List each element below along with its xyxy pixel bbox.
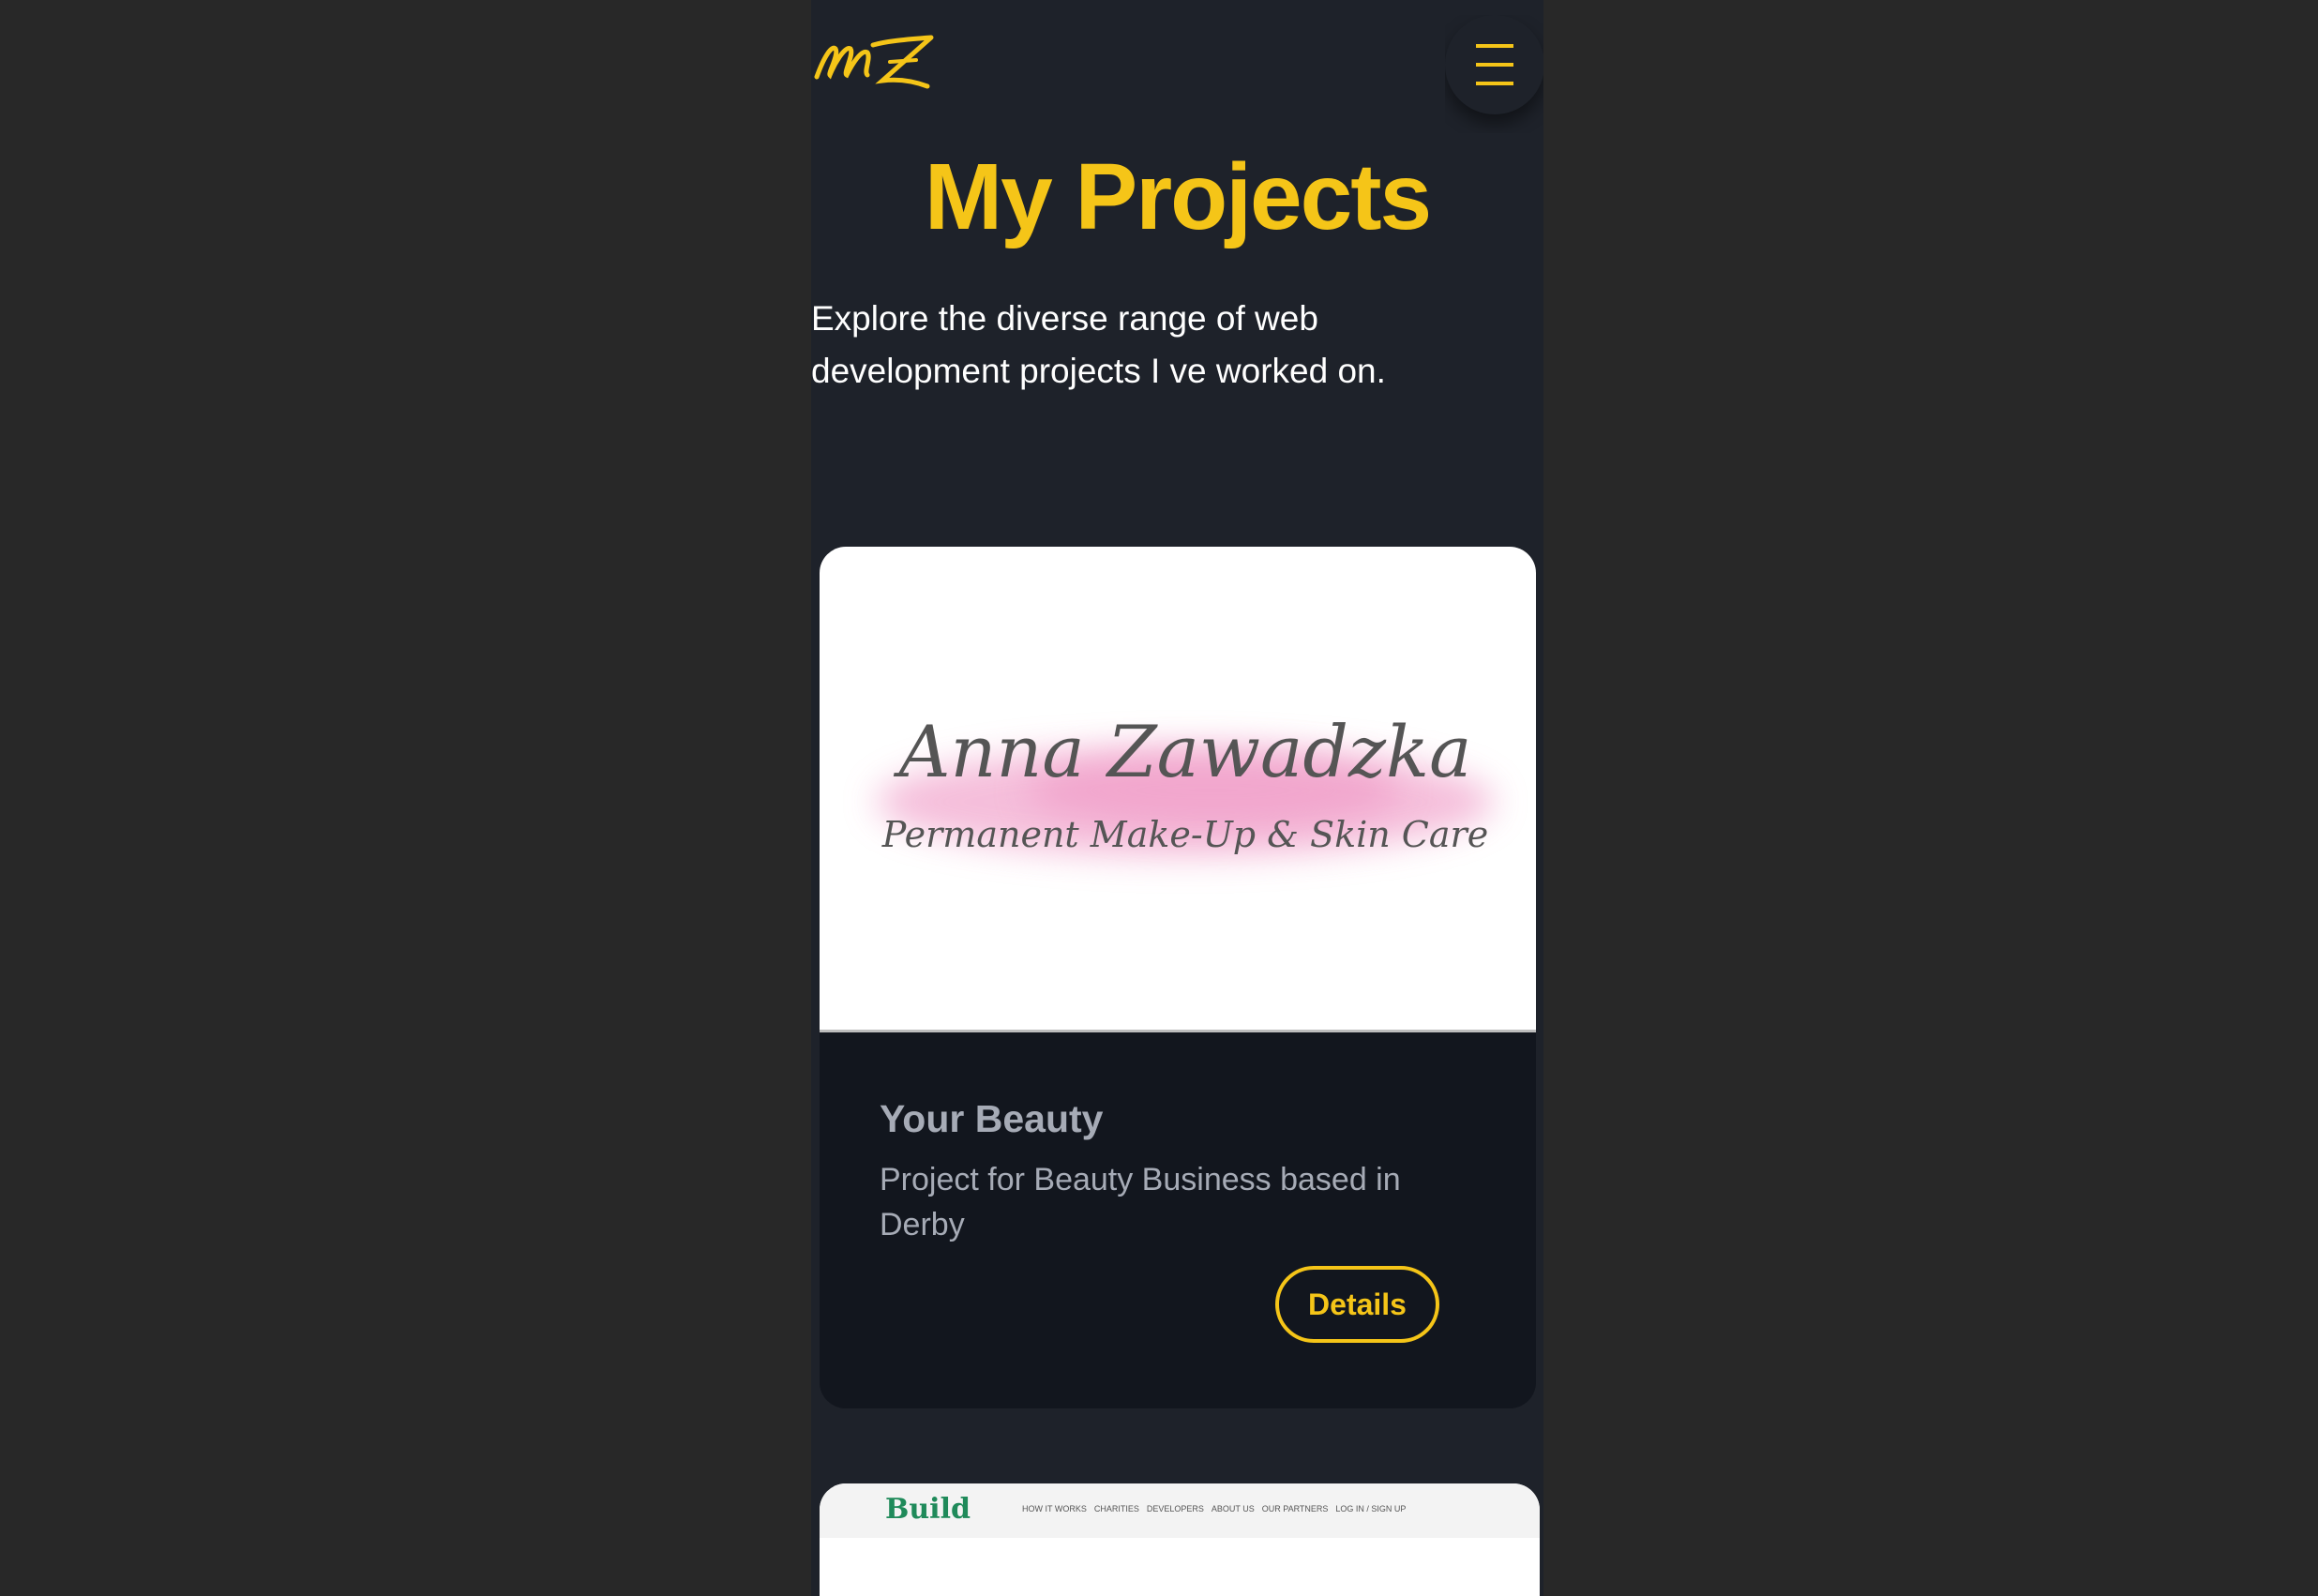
image-nav-link: ABOUT US [1211, 1504, 1255, 1513]
hamburger-menu-icon[interactable] [1445, 15, 1543, 114]
image-nav-link: LOG IN / SIGN UP [1335, 1504, 1407, 1513]
build-logo-text: Build [885, 1493, 971, 1526]
menu-bar [1476, 44, 1513, 48]
details-button[interactable]: Details [1275, 1266, 1439, 1343]
image-nav-links: HOW IT WORKS CHARITIES DEVELOPERS ABOUT … [1022, 1504, 1406, 1513]
page-title: My Projects [924, 144, 1432, 249]
anna-zawadzka-logo-image: Anna Zawadzka Permanent Make-Up & Skin C… [876, 710, 1495, 856]
project-card: Anna Zawadzka Permanent Make-Up & Skin C… [820, 547, 1536, 1408]
mz-logo[interactable]: MZ [811, 28, 942, 96]
image-nav-link: HOW IT WORKS [1022, 1504, 1087, 1513]
image-subtitle-text: Permanent Make-Up & Skin Care [881, 814, 1488, 855]
project-card-body: Your Beauty Project for Beauty Business … [880, 1093, 1476, 1247]
project-description: Project for Beauty Business based in Der… [880, 1162, 1401, 1242]
project-title: Your Beauty [880, 1097, 1104, 1140]
menu-bar [1476, 82, 1513, 85]
project-card: Build HOW IT WORKS CHARITIES DEVELOPERS … [820, 1483, 1540, 1596]
image-nav-link: DEVELOPERS [1146, 1504, 1204, 1513]
intro-text: Explore the diverse range of web develop… [811, 299, 1386, 390]
image-title-text: Anna Zawadzka [894, 710, 1472, 793]
image-nav-link: CHARITIES [1093, 1504, 1139, 1513]
image-nav-link: OUR PARTNERS [1261, 1504, 1329, 1513]
svg-text:MZ: MZ [811, 28, 813, 29]
project-image[interactable]: Build HOW IT WORKS CHARITIES DEVELOPERS … [820, 1483, 1540, 1538]
mobile-viewport: MZ My Projects Explore the diverse range… [811, 0, 1543, 1596]
project-image[interactable]: Anna Zawadzka Permanent Make-Up & Skin C… [820, 547, 1536, 1032]
menu-bar [1476, 63, 1513, 67]
